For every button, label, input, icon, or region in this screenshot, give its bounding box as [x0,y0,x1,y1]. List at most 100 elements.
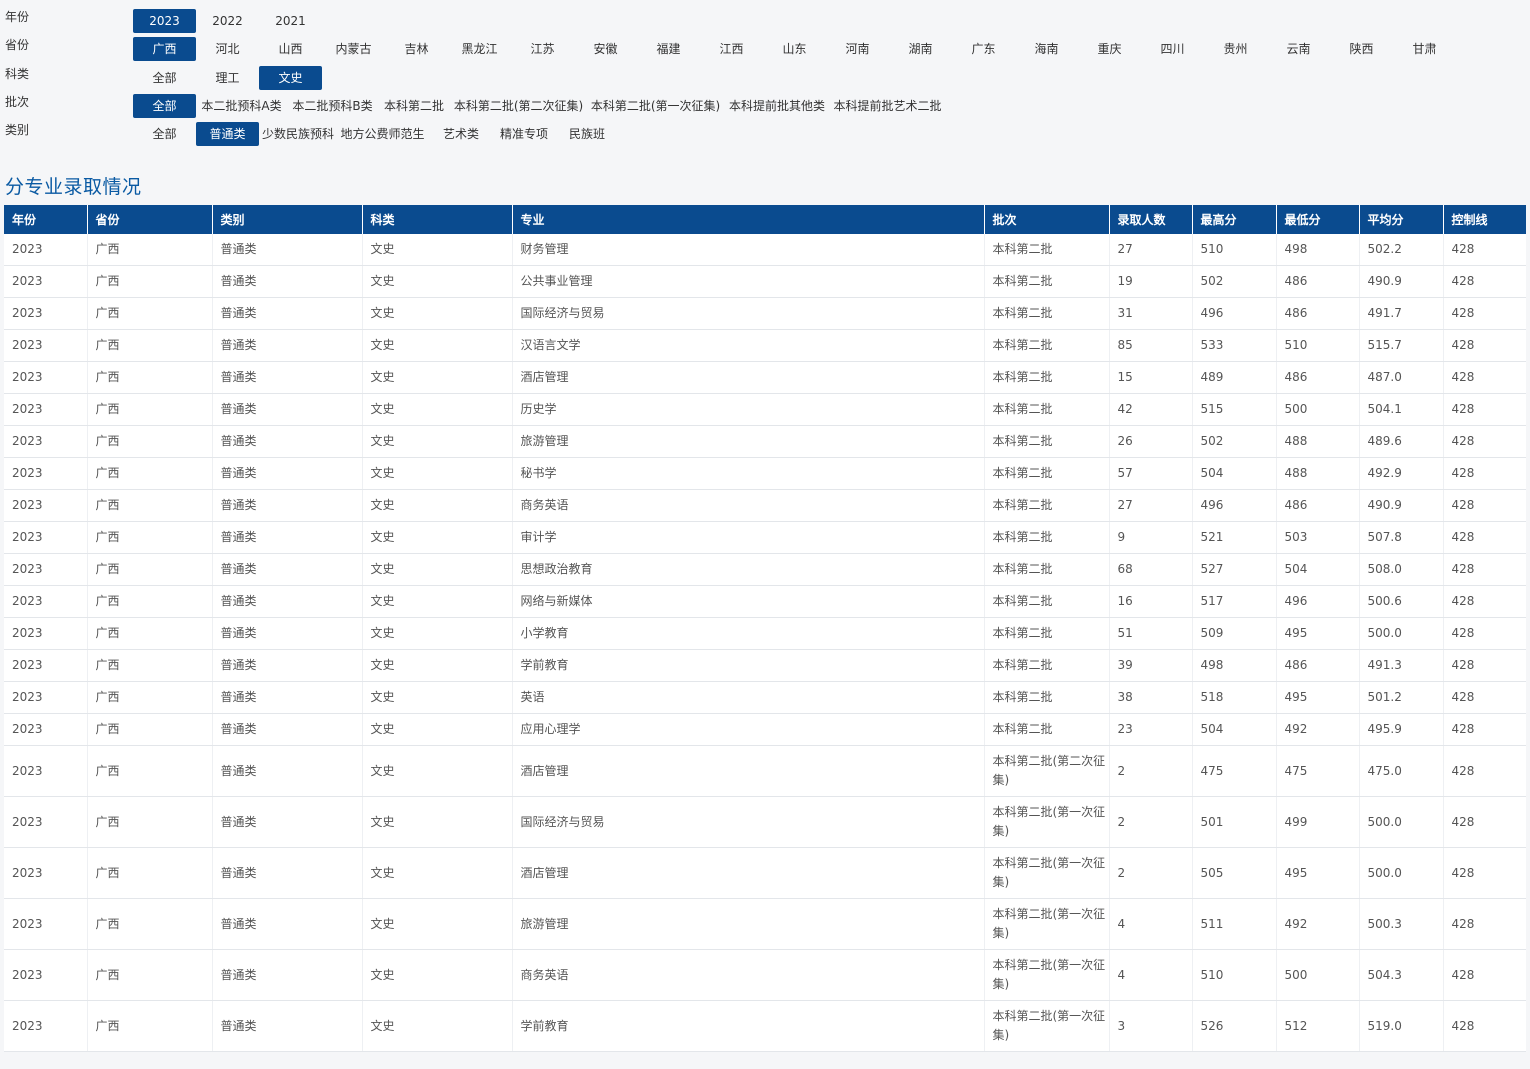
table-cell: 486 [1276,297,1360,330]
table-cell: 2023 [4,796,88,848]
column-header: 最低分 [1276,205,1360,234]
table-body: 2023 广西 普通类 文史 财务管理 本科第二批 27 510 498 502.2 428 2023… [4,234,1526,1052]
filter-option-batch[interactable]: 本科第二批(第一次征集) [587,94,724,118]
filter-option-category[interactable]: 普通类 [196,122,259,146]
table-cell: 财务管理 [512,234,985,266]
filter-option-category[interactable]: 少数民族预科 [259,122,337,146]
table-cell: 428 [1443,617,1526,650]
filter-option-category[interactable]: 民族班 [554,122,620,146]
table-cell: 国际经济与贸易 [512,796,985,848]
table-cell: 旅游管理 [512,425,985,458]
table-cell: 文史 [362,847,513,899]
table-cell: 504.1 [1359,393,1444,426]
filter-option-province[interactable]: 云南 [1267,37,1330,61]
table-cell: 本科第二批(第一次征集) [984,1000,1110,1052]
table-cell: 广西 [87,234,213,266]
filter-option-province[interactable]: 内蒙古 [322,37,385,61]
filter-option-province[interactable]: 广东 [952,37,1015,61]
filter-option-batch[interactable]: 本科第二批 [378,94,450,118]
filter-option-batch[interactable]: 本科提前批艺术二批 [830,94,945,118]
filter-option-province[interactable]: 江苏 [511,37,574,61]
filter-option-category[interactable]: 地方公费师范生 [337,122,428,146]
filter-option-province[interactable]: 吉林 [385,37,448,61]
filter-option-batch[interactable]: 本二批预科A类 [196,94,287,118]
table-cell: 9 [1109,521,1193,554]
table-cell: 广西 [87,649,213,682]
table-cell: 广西 [87,796,213,848]
table-cell: 515 [1192,393,1277,426]
table-cell: 普通类 [212,329,363,362]
table-cell: 本科第二批(第一次征集) [984,847,1110,899]
table-cell: 广西 [87,457,213,490]
filter-option-province[interactable]: 山东 [763,37,826,61]
filter-option-batch[interactable]: 本二批预科B类 [287,94,378,118]
table-cell: 文史 [362,585,513,618]
filter-option-category[interactable]: 全部 [133,122,196,146]
table-cell: 498 [1192,649,1277,682]
filter-option-batch[interactable]: 全部 [133,94,196,118]
filter-options: 全部 本二批预科A类 本二批预科B类 本科第二批 本科第二批(第二次征集) 本科第二批(第… [133,94,945,118]
table-cell: 文史 [362,713,513,746]
filter-row-province: 省份 广西 河北 山西 内蒙古 吉林 黑龙江 江苏 安徽 福建 江西 山东 河南 湖南 广东 海南 重庆 四川贵… [0,37,1530,61]
table-cell: 489 [1192,361,1277,394]
table-cell: 2023 [4,649,88,682]
filter-option-province[interactable]: 河北 [196,37,259,61]
table-cell: 533 [1192,329,1277,362]
table-cell: 广西 [87,393,213,426]
filter-option-batch[interactable]: 本科第二批(第二次征集) [450,94,587,118]
table-cell: 广西 [87,681,213,714]
filter-option-year[interactable]: 2022 [196,9,259,33]
table-row: 2023 广西 普通类 文史 历史学 本科第二批 42 515 500 504.1 428 [4,393,1526,426]
table-cell: 公共事业管理 [512,265,985,298]
table-cell: 487.0 [1359,361,1444,394]
filter-option-province[interactable]: 河南 [826,37,889,61]
table-cell: 广西 [87,745,213,797]
table-cell: 508.0 [1359,553,1444,586]
table-cell: 2023 [4,949,88,1001]
filter-option-batch[interactable]: 本科提前批其他类 [724,94,830,118]
filter-panel: 年份 2023 2022 2021 省份 广西 河北 山西 内蒙古 吉林 黑龙江 江苏 安徽 福建江… [0,0,1530,160]
filter-option-province[interactable]: 广西 [133,37,196,61]
table-cell: 商务英语 [512,949,985,1001]
table-cell: 文史 [362,553,513,586]
filter-option-province[interactable]: 甘肃 [1393,37,1456,61]
table-cell: 428 [1443,585,1526,618]
table-cell: 本科第二批(第一次征集) [984,898,1110,950]
filter-option-province[interactable]: 山西 [259,37,322,61]
table-cell: 普通类 [212,745,363,797]
table-row: 2023 广西 普通类 文史 公共事业管理 本科第二批 19 502 486 490.9 428 [4,265,1526,298]
table-cell: 广西 [87,361,213,394]
table-cell: 500 [1276,393,1360,426]
table-cell: 本科第二批 [984,425,1110,458]
table-cell: 2023 [4,585,88,618]
table-cell: 3 [1109,1000,1193,1052]
filter-option-category[interactable]: 精准专项 [494,122,554,146]
filter-option-province[interactable]: 贵州 [1204,37,1267,61]
filter-option-province[interactable]: 重庆 [1078,37,1141,61]
table-cell: 509 [1192,617,1277,650]
filter-option-province[interactable]: 福建 [637,37,700,61]
filter-option-year[interactable]: 2023 [133,9,196,33]
filter-option-province[interactable]: 江西 [700,37,763,61]
table-cell: 428 [1443,361,1526,394]
table-cell: 475 [1276,745,1360,797]
filter-option-province[interactable]: 陕西 [1330,37,1393,61]
filter-option-subject[interactable]: 全部 [133,66,196,90]
table-cell: 428 [1443,796,1526,848]
filter-option-province[interactable]: 海南 [1015,37,1078,61]
filter-option-year[interactable]: 2021 [259,9,322,33]
table-cell: 广西 [87,489,213,522]
filter-option-province[interactable]: 黑龙江 [448,37,511,61]
filter-option-category[interactable]: 艺术类 [428,122,494,146]
table-cell: 本科第二批 [984,234,1110,266]
filter-option-subject[interactable]: 理工 [196,66,259,90]
table-cell: 本科第二批 [984,585,1110,618]
table-cell: 85 [1109,329,1193,362]
filter-option-province[interactable]: 安徽 [574,37,637,61]
table-cell: 本科第二批 [984,553,1110,586]
table-cell: 普通类 [212,234,363,266]
filter-option-province[interactable]: 四川 [1141,37,1204,61]
table-cell: 英语 [512,681,985,714]
filter-option-province[interactable]: 湖南 [889,37,952,61]
filter-option-subject[interactable]: 文史 [259,66,322,90]
